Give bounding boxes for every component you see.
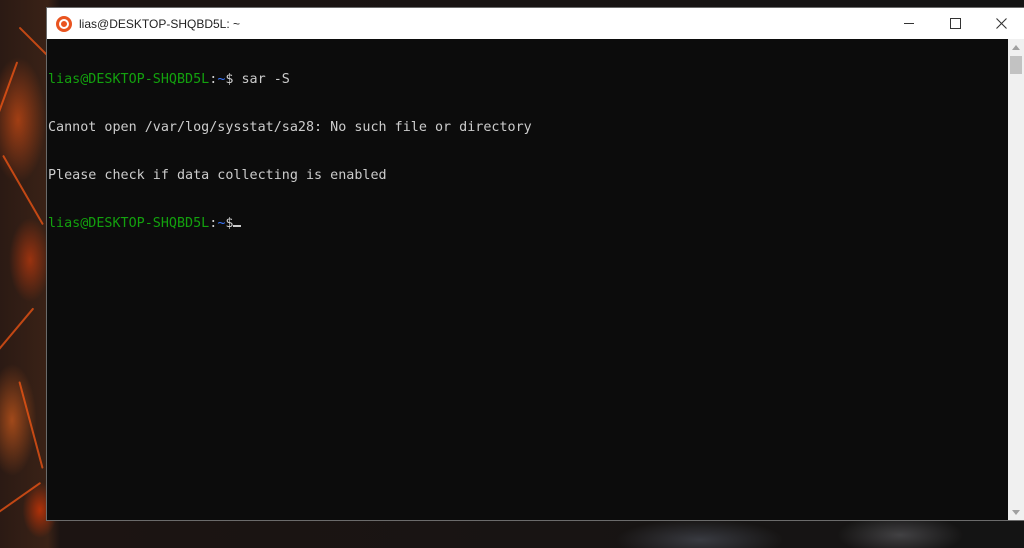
- lava-crack: [2, 154, 44, 226]
- scroll-thumb[interactable]: [1010, 56, 1022, 74]
- minimize-icon: [904, 23, 914, 24]
- close-icon: [995, 18, 1007, 29]
- command-text: sar -S: [233, 72, 290, 87]
- ubuntu-logo-icon[interactable]: [56, 15, 72, 32]
- lava-crack: [0, 61, 19, 119]
- prompt-dollar: $: [225, 216, 234, 231]
- prompt-user-host: lias@DESKTOP-SHQBD5L: [48, 72, 210, 87]
- lava-crack: [0, 307, 35, 363]
- scroll-up-button[interactable]: [1008, 39, 1024, 55]
- scroll-down-icon: [1012, 509, 1020, 515]
- close-button[interactable]: [978, 8, 1024, 39]
- vertical-scrollbar[interactable]: [1008, 39, 1024, 520]
- window-title: lias@DESKTOP-SHQBD5L: ~: [79, 16, 241, 31]
- terminal-line-prompt: lias@DESKTOP-SHQBD5L:~$: [48, 216, 1008, 232]
- prompt-user-host: lias@DESKTOP-SHQBD5L: [48, 216, 210, 231]
- terminal-line-error: Cannot open /var/log/sysstat/sa28: No su…: [48, 120, 532, 135]
- scroll-up-icon: [1012, 44, 1020, 50]
- lava-crack: [18, 381, 44, 469]
- minimize-button[interactable]: [886, 8, 932, 39]
- maximize-button[interactable]: [932, 8, 978, 39]
- title-bar[interactable]: lias@DESKTOP-SHQBD5L: ~: [47, 8, 1024, 39]
- caption-buttons: [886, 8, 1024, 39]
- maximize-icon: [949, 18, 961, 29]
- terminal-window: lias@DESKTOP-SHQBD5L: ~ lias@DESKTOP-SHQ…: [47, 8, 1024, 520]
- scroll-down-button[interactable]: [1008, 504, 1024, 520]
- terminal-line-command: lias@DESKTOP-SHQBD5L:~$ sar -S: [48, 72, 1008, 88]
- text-cursor: [233, 225, 242, 227]
- lava-crack: [0, 481, 42, 519]
- terminal-line-hint: Please check if data collecting is enabl…: [48, 168, 387, 183]
- terminal-output[interactable]: lias@DESKTOP-SHQBD5L:~$ sar -S Cannot op…: [47, 39, 1008, 520]
